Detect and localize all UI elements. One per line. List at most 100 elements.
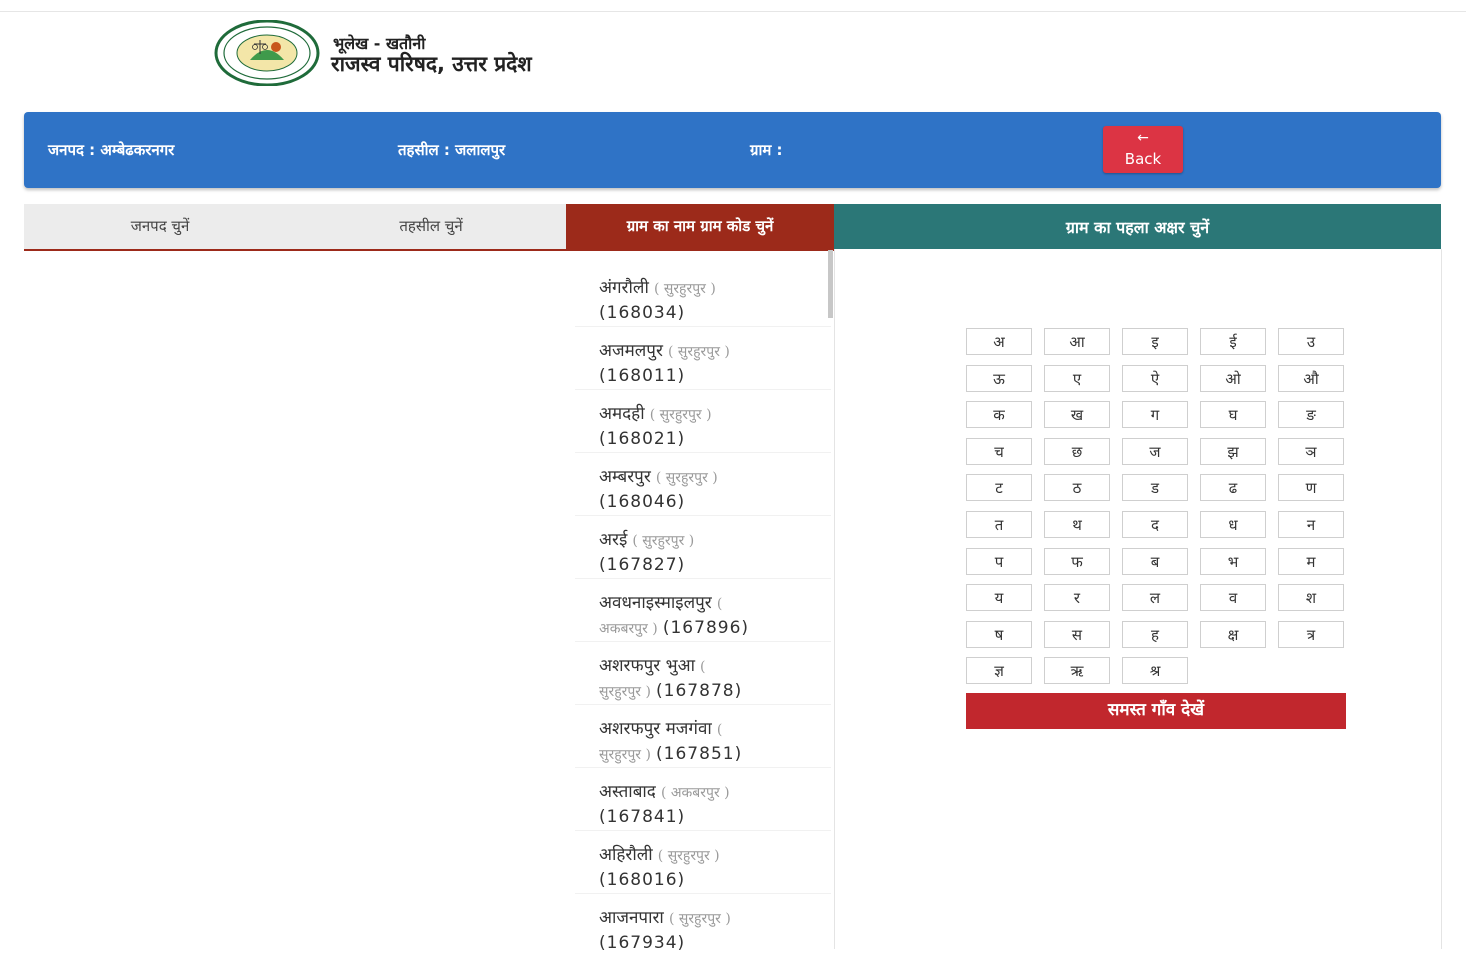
- letter-button[interactable]: ङ: [1278, 401, 1344, 429]
- village-name: अस्ताबाद: [599, 782, 656, 802]
- village-code: (167934): [599, 933, 686, 953]
- village-name: अंगरौली: [599, 278, 649, 298]
- village-tehsil: ( सुरहुरपुर ): [655, 470, 718, 486]
- letter-button[interactable]: य: [966, 584, 1032, 612]
- village-code: (167896): [662, 618, 750, 638]
- village-list-item[interactable]: आजनपारा ( सुरहुरपुर ) (167934): [575, 894, 831, 954]
- view-all-villages-button[interactable]: समस्त गाँव देखें: [966, 693, 1346, 729]
- letter-button[interactable]: क: [966, 401, 1032, 429]
- village-line-2: (168034): [599, 301, 831, 325]
- letter-button[interactable]: फ: [1044, 547, 1110, 575]
- letter-button[interactable]: ख: [1044, 401, 1110, 429]
- village-name: अहिरौली: [599, 845, 653, 865]
- letter-button[interactable]: उ: [1278, 328, 1344, 355]
- village-list-item[interactable]: अम्बरपुर ( सुरहुरपुर ) (168046): [575, 453, 831, 516]
- letter-button[interactable]: ऐ: [1122, 364, 1188, 392]
- letter-button[interactable]: झ: [1200, 437, 1266, 465]
- letter-button[interactable]: स: [1044, 620, 1110, 648]
- tab-select-village[interactable]: ग्राम का नाम ग्राम कोड चुनें: [566, 204, 834, 249]
- letter-button[interactable]: ऊ: [966, 364, 1032, 392]
- letter-button[interactable]: ब: [1122, 547, 1188, 575]
- village-tehsil: (: [716, 596, 723, 612]
- tab-select-tehsil[interactable]: तहसील चुनें: [296, 204, 566, 249]
- village-list-item[interactable]: अवधनाइस्माइलपुर (अकबरपुर ) (167896): [575, 579, 831, 642]
- village-name: अवधनाइस्माइलपुर: [599, 593, 712, 613]
- tab-select-janpad[interactable]: जनपद चुनें: [24, 204, 296, 249]
- letter-button[interactable]: च: [966, 437, 1032, 465]
- village-name: अरई: [599, 530, 628, 550]
- letter-button[interactable]: क्ष: [1200, 620, 1266, 648]
- village-code: (167851): [656, 744, 743, 764]
- village-list-item[interactable]: अशरफपुर मजगंवा (सुरहुरपुर ) (167851): [575, 705, 831, 768]
- letter-button[interactable]: ल: [1122, 584, 1188, 612]
- letter-button[interactable]: ऋ: [1044, 657, 1110, 685]
- letter-button[interactable]: ट: [966, 474, 1032, 502]
- letter-button[interactable]: ज: [1122, 437, 1188, 465]
- letter-button[interactable]: ण: [1278, 474, 1344, 502]
- village-tehsil: सुरहुरपुर ): [599, 747, 651, 763]
- village-tehsil: अकबरपुर ): [599, 621, 658, 637]
- letter-button[interactable]: ग: [1122, 401, 1188, 429]
- letter-button[interactable]: इ: [1122, 328, 1188, 355]
- letter-button[interactable]: त: [966, 511, 1032, 538]
- letter-button[interactable]: छ: [1044, 437, 1110, 465]
- letter-button[interactable]: ध: [1200, 511, 1266, 538]
- village-line-2: (168021): [599, 427, 831, 451]
- letter-button[interactable]: श्र: [1122, 657, 1188, 685]
- village-line-2: (168046): [599, 490, 831, 514]
- janpad-label: जनपद : अम्बेढकरनगर: [48, 141, 175, 159]
- letter-button[interactable]: थ: [1044, 511, 1110, 538]
- selection-tabs: जनपद चुनें तहसील चुनें ग्राम का नाम ग्रा…: [24, 204, 834, 251]
- letter-button[interactable]: द: [1122, 511, 1188, 538]
- letter-button[interactable]: न: [1278, 511, 1344, 538]
- emblem-logo: [214, 20, 320, 86]
- village-list-item[interactable]: अहिरौली ( सुरहुरपुर ) (168016): [575, 831, 831, 894]
- back-button[interactable]: ← Back: [1103, 126, 1183, 173]
- letter-button[interactable]: ठ: [1044, 474, 1110, 502]
- village-tehsil: ( सुरहुरपुर ): [653, 281, 716, 297]
- village-line-1: अहिरौली ( सुरहुरपुर ): [599, 843, 831, 868]
- village-list-item[interactable]: अजमलपुर ( सुरहुरपुर ) (168011): [575, 327, 831, 390]
- letter-button[interactable]: प: [966, 547, 1032, 575]
- letter-button[interactable]: ओ: [1200, 364, 1266, 392]
- letter-button[interactable]: ष: [966, 620, 1032, 648]
- village-list-item[interactable]: अमदही ( सुरहुरपुर ) (168021): [575, 390, 831, 453]
- list-scrollbar[interactable]: [828, 250, 833, 318]
- letter-button[interactable]: ई: [1200, 328, 1266, 355]
- village-list[interactable]: अंगरौली ( सुरहुरपुर ) (168034) अजमलपुर ( स…: [575, 264, 831, 954]
- letter-button[interactable]: ह: [1122, 620, 1188, 648]
- letter-button[interactable]: त्र: [1278, 620, 1344, 648]
- village-code: (168016): [599, 870, 686, 890]
- tehsil-label: तहसील : जलालपुर: [398, 141, 506, 159]
- village-code: (168046): [599, 492, 686, 512]
- letter-button[interactable]: र: [1044, 584, 1110, 612]
- village-line-2: सुरहुरपुर ) (167851): [599, 742, 831, 767]
- village-line-2: अकबरपुर ) (167896): [599, 616, 831, 641]
- village-list-item[interactable]: अरई ( सुरहुरपुर ) (167827): [575, 516, 831, 579]
- village-tehsil: ( सुरहुरपुर ): [632, 533, 695, 549]
- letter-button[interactable]: ए: [1044, 364, 1110, 392]
- letter-button[interactable]: ढ: [1200, 474, 1266, 502]
- village-code: (168011): [599, 366, 686, 386]
- letter-button[interactable]: ञ: [1278, 437, 1344, 465]
- letter-button[interactable]: व: [1200, 584, 1266, 612]
- village-code: (167878): [656, 681, 743, 701]
- village-list-item[interactable]: अशरफपुर भुआ (सुरहुरपुर ) (167878): [575, 642, 831, 705]
- letter-button[interactable]: श: [1278, 584, 1344, 612]
- village-list-item[interactable]: अस्ताबाद ( अकबरपुर ) (167841): [575, 768, 831, 831]
- village-list-item[interactable]: अंगरौली ( सुरहुरपुर ) (168034): [575, 264, 831, 327]
- back-button-label: Back: [1124, 150, 1162, 168]
- village-name: अमदही: [599, 404, 645, 424]
- village-tehsil: ( सुरहुरपुर ): [668, 344, 730, 360]
- letter-button[interactable]: भ: [1200, 547, 1266, 575]
- letter-button[interactable]: आ: [1044, 328, 1110, 355]
- letter-button[interactable]: ज्ञ: [966, 657, 1032, 685]
- village-line-1: अवधनाइस्माइलपुर (: [599, 591, 831, 616]
- letter-button[interactable]: अ: [966, 328, 1032, 355]
- letter-button[interactable]: ड: [1122, 474, 1188, 502]
- first-letter-heading: ग्राम का पहला अक्षर चुनें: [834, 204, 1441, 249]
- letter-button[interactable]: म: [1278, 547, 1344, 575]
- letter-button[interactable]: औ: [1278, 364, 1344, 392]
- village-line-1: अमदही ( सुरहुरपुर ): [599, 402, 831, 427]
- letter-button[interactable]: घ: [1200, 401, 1266, 429]
